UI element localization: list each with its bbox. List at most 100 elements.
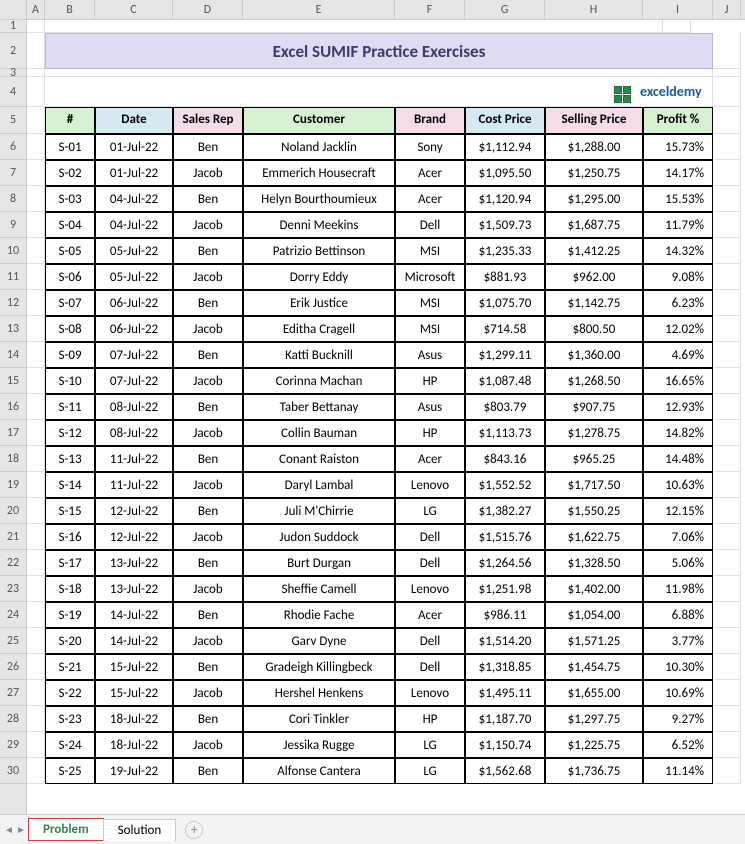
cell-tail[interactable]	[713, 498, 741, 524]
cell-num[interactable]: S-14	[45, 472, 95, 498]
cell-num[interactable]: S-17	[45, 550, 95, 576]
cell-sell[interactable]: $1,622.75	[545, 524, 643, 550]
cell-gutter[interactable]	[27, 290, 45, 316]
cell-num[interactable]: S-03	[45, 186, 95, 212]
row-header-19[interactable]: 19	[0, 472, 26, 498]
cell-cost[interactable]: $1,075.70	[465, 290, 545, 316]
cell-rep[interactable]: Ben	[173, 550, 243, 576]
cell-brand[interactable]: MSI	[395, 238, 465, 264]
cell-rep[interactable]: Ben	[173, 654, 243, 680]
cell-rep[interactable]: Jacob	[173, 680, 243, 706]
row-header-11[interactable]: 11	[0, 264, 26, 290]
cell-brand[interactable]: Dell	[395, 654, 465, 680]
cell-B3[interactable]	[45, 69, 713, 77]
cell-date[interactable]: 07-Jul-22	[95, 368, 173, 394]
row-header-2[interactable]: 2	[0, 33, 26, 69]
row-header-23[interactable]: 23	[0, 576, 26, 602]
cell-brand[interactable]: Dell	[395, 628, 465, 654]
cell-rep[interactable]: Jacob	[173, 628, 243, 654]
cell-A3[interactable]	[27, 69, 45, 77]
cell-num[interactable]: S-06	[45, 264, 95, 290]
cell-rep[interactable]: Ben	[173, 498, 243, 524]
cell-brand[interactable]: Acer	[395, 160, 465, 186]
cell-tail[interactable]	[713, 602, 741, 628]
cell-customer[interactable]: Cori Tinkler	[243, 706, 395, 732]
cell-rep[interactable]: Jacob	[173, 212, 243, 238]
hdr-customer[interactable]: Customer	[243, 107, 395, 134]
cell-date[interactable]: 01-Jul-22	[95, 160, 173, 186]
cell-sell[interactable]: $1,250.75	[545, 160, 643, 186]
cell-B1[interactable]	[45, 20, 663, 33]
cell-gutter[interactable]	[27, 498, 45, 524]
cell-rep[interactable]: Ben	[173, 238, 243, 264]
cell-tail[interactable]	[713, 524, 741, 550]
cell-gutter[interactable]	[27, 394, 45, 420]
cell-customer[interactable]: Taber Bettanay	[243, 394, 395, 420]
cell-rep[interactable]: Ben	[173, 186, 243, 212]
cell-tail[interactable]	[713, 706, 741, 732]
cell-sell[interactable]: $1,655.00	[545, 680, 643, 706]
cell-sell[interactable]: $1,225.75	[545, 732, 643, 758]
cell-tail[interactable]	[713, 758, 741, 784]
cell-sell[interactable]: $1,142.75	[545, 290, 643, 316]
cell-tail[interactable]	[713, 316, 741, 342]
cell-profit[interactable]: 4.69%	[643, 342, 713, 368]
cell-rep[interactable]: Ben	[173, 342, 243, 368]
row-header-5[interactable]: 5	[0, 107, 26, 134]
hdr-profit[interactable]: Profit %	[643, 107, 713, 134]
row-header-22[interactable]: 22	[0, 550, 26, 576]
row-header-30[interactable]: 30	[0, 758, 26, 784]
row-header-8[interactable]: 8	[0, 186, 26, 212]
cell-cost[interactable]: $1,515.76	[465, 524, 545, 550]
cell-customer[interactable]: Jessika Rugge	[243, 732, 395, 758]
cell-brand[interactable]: HP	[395, 368, 465, 394]
cell-cost[interactable]: $1,318.85	[465, 654, 545, 680]
cell-tail[interactable]	[713, 368, 741, 394]
cell-cost[interactable]: $1,251.98	[465, 576, 545, 602]
col-header-H[interactable]: H	[545, 0, 643, 19]
cell-rep[interactable]: Ben	[173, 134, 243, 160]
cell-brand[interactable]: Acer	[395, 186, 465, 212]
cell-rep[interactable]: Jacob	[173, 524, 243, 550]
cell-gutter[interactable]	[27, 472, 45, 498]
cell-sell[interactable]: $1,297.75	[545, 706, 643, 732]
cell-customer[interactable]: Noland Jacklin	[243, 134, 395, 160]
col-header-I[interactable]: I	[643, 0, 713, 19]
cell-customer[interactable]: Corinna Machan	[243, 368, 395, 394]
cell-profit[interactable]: 15.73%	[643, 134, 713, 160]
row-header-7[interactable]: 7	[0, 160, 26, 186]
cell-cost[interactable]: $1,235.33	[465, 238, 545, 264]
cell-tail[interactable]	[713, 160, 741, 186]
cell-cost[interactable]: $986.11	[465, 602, 545, 628]
cell-tail[interactable]	[713, 134, 741, 160]
cell-num[interactable]: S-01	[45, 134, 95, 160]
cell-tail[interactable]	[713, 186, 741, 212]
cell-profit[interactable]: 10.69%	[643, 680, 713, 706]
cell-sell[interactable]: $1,412.25	[545, 238, 643, 264]
cell-cost[interactable]: $714.58	[465, 316, 545, 342]
cell-profit[interactable]: 9.08%	[643, 264, 713, 290]
cell-customer[interactable]: Juli M'Chirrie	[243, 498, 395, 524]
cell-sell[interactable]: $1,054.00	[545, 602, 643, 628]
cell-profit[interactable]: 14.17%	[643, 160, 713, 186]
hdr-sell[interactable]: Selling Price	[545, 107, 643, 134]
cell-customer[interactable]: Daryl Lambal	[243, 472, 395, 498]
cell-gutter[interactable]	[27, 316, 45, 342]
cell-tail[interactable]	[713, 628, 741, 654]
cell-sell[interactable]: $1,454.75	[545, 654, 643, 680]
cell-cost[interactable]: $1,187.70	[465, 706, 545, 732]
cell-brand[interactable]: Acer	[395, 602, 465, 628]
cell-gutter[interactable]	[27, 550, 45, 576]
cell-cost[interactable]: $1,562.68	[465, 758, 545, 784]
cell-date[interactable]: 15-Jul-22	[95, 680, 173, 706]
cell-gutter[interactable]	[27, 602, 45, 628]
cell-gutter[interactable]	[27, 342, 45, 368]
cell-profit[interactable]: 12.02%	[643, 316, 713, 342]
cell-customer[interactable]: Rhodie Fache	[243, 602, 395, 628]
cell-brand[interactable]: MSI	[395, 316, 465, 342]
page-title[interactable]: Excel SUMIF Practice Exercises	[45, 33, 713, 69]
cell-gutter[interactable]	[27, 420, 45, 446]
cell-sell[interactable]: $1,717.50	[545, 472, 643, 498]
cell-sell[interactable]: $1,288.00	[545, 134, 643, 160]
cell-cost[interactable]: $1,299.11	[465, 342, 545, 368]
